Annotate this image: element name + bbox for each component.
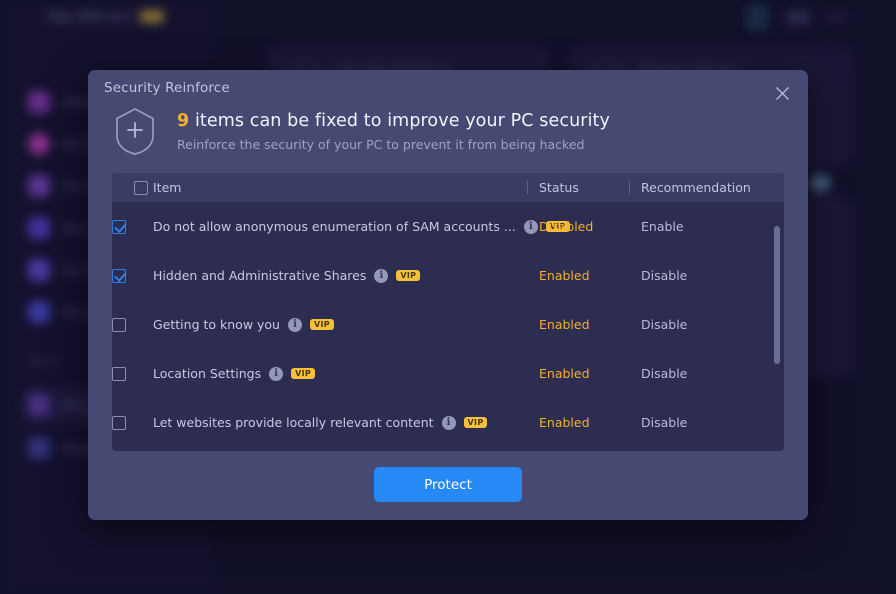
more-icon[interactable] (826, 14, 848, 21)
table-row[interactable]: Getting to know you i VIP Enabled Disabl… (112, 300, 784, 349)
vip-badge: VIP (291, 368, 316, 379)
globe-icon (28, 133, 50, 155)
column-header-status: Status (539, 180, 579, 195)
headline-text: items can be fixed to improve your PC se… (189, 110, 610, 131)
row-item-cell: Hidden and Administrative Shares i VIP (153, 268, 421, 283)
row-item-label: Let websites provide locally relevant co… (153, 415, 434, 430)
row-item-label: Do not allow anonymous enumeration of SA… (153, 219, 516, 234)
row-checkbox[interactable] (112, 219, 126, 234)
pro-badge (140, 10, 164, 23)
info-icon[interactable]: i (269, 366, 284, 381)
row-recommendation: Enable (641, 219, 684, 234)
info-icon[interactable]: i (441, 415, 456, 430)
table-body: Do not allow anonymous enumeration of SA… (112, 202, 784, 451)
security-reinforce-dialog: Security Reinforce 9 items can be fixed … (88, 70, 808, 520)
info-icon[interactable]: i (523, 219, 538, 234)
download-icon (28, 175, 50, 197)
app-title: iTop VPN v4.1 (46, 9, 134, 24)
info-icon[interactable]: i (287, 317, 302, 332)
column-divider (629, 181, 630, 194)
vip-badge: VIP (309, 319, 334, 330)
info-icon[interactable]: i (374, 268, 389, 283)
gamepad-icon (28, 301, 50, 323)
column-header-recommendation: Recommendation (641, 180, 751, 195)
table-row[interactable]: Do not allow anonymous enumeration of SA… (112, 202, 784, 251)
sidebar-section-tools: Tools (28, 355, 58, 368)
table-row[interactable]: Let websites provide locally relevant co… (112, 398, 784, 447)
row-item-label: Location Settings (153, 366, 262, 381)
video-icon (28, 217, 50, 239)
row-status: Disabled (539, 219, 594, 234)
table-header-row: Item Status Recommendation (112, 173, 784, 202)
table-row[interactable]: Hidden and Administrative Shares i VIP E… (112, 251, 784, 300)
row-checkbox[interactable] (112, 317, 126, 332)
dialog-header: 9 items can be fixed to improve your PC … (112, 106, 610, 156)
row-recommendation: Disable (641, 268, 688, 283)
row-item-cell: Let websites provide locally relevant co… (153, 415, 488, 430)
vip-badge: VIP (463, 417, 488, 428)
row-checkbox[interactable] (112, 415, 126, 430)
shield-plus-icon (116, 108, 154, 155)
scrollbar-thumb[interactable] (774, 226, 780, 364)
row-status: Enabled (539, 415, 590, 430)
items-table: Item Status Recommendation Do not allow … (112, 173, 784, 451)
app-window: iTop VPN v4.1 Home All Servers For Downl… (0, 0, 896, 594)
row-item-cell: Location Settings i VIP (153, 366, 316, 381)
table-row[interactable]: Location Settings i VIP Enabled Disable (112, 349, 784, 398)
row-status: Enabled (539, 366, 590, 381)
column-header-item: Item (153, 180, 182, 195)
status-dot (809, 174, 831, 192)
row-recommendation: Disable (641, 415, 688, 430)
link-icon (28, 437, 50, 459)
dialog-headline: 9 items can be fixed to improve your PC … (177, 111, 610, 131)
dialog-title: Security Reinforce (104, 80, 230, 96)
row-status: Enabled (539, 268, 590, 283)
table-scrollbar[interactable] (774, 202, 780, 451)
row-recommendation: Disable (641, 366, 688, 381)
home-icon (28, 91, 50, 113)
row-item-cell: Getting to know you i VIP (153, 317, 334, 332)
row-checkbox[interactable] (112, 366, 126, 381)
select-all-checkbox[interactable] (134, 180, 148, 195)
protect-button[interactable]: Protect (374, 467, 522, 502)
row-checkbox[interactable] (112, 268, 126, 283)
close-icon[interactable] (767, 78, 797, 108)
row-item-cell: Do not allow anonymous enumeration of SA… (153, 219, 570, 234)
fixable-count: 9 (177, 110, 190, 131)
vip-badge: VIP (396, 270, 421, 281)
row-status: Enabled (539, 317, 590, 332)
row-item-label: Getting to know you (153, 317, 280, 332)
menu-icon[interactable] (786, 10, 810, 25)
column-divider (527, 181, 528, 194)
row-item-label: Hidden and Administrative Shares (153, 268, 367, 283)
dialog-subtitle: Reinforce the security of your PC to pre… (177, 136, 585, 152)
device-icon[interactable] (746, 4, 769, 31)
row-recommendation: Disable (641, 317, 688, 332)
privacy-icon (28, 394, 50, 416)
social-icon (28, 259, 50, 281)
